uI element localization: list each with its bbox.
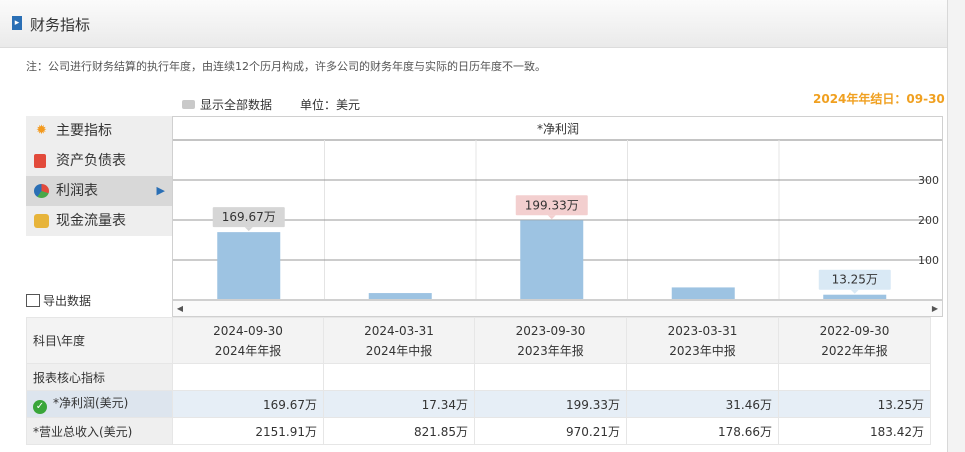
scroll-right-icon[interactable]: ▶ (928, 301, 942, 316)
column-type: 2023年中报 (669, 343, 736, 358)
year-end-label: 2024年年结日：09-30 (813, 92, 945, 106)
column-header[interactable]: 2024-09-30 2024年年报 (172, 317, 324, 364)
statement-sidebar: ✹ 主要指标 资产负债表 利润表 ▶ 现金流量表 (26, 116, 172, 236)
section-title-cell: 报表核心指标 (26, 363, 173, 391)
data-label: 199.33万 (525, 198, 579, 212)
table-cell: 169.67万 (172, 390, 324, 418)
column-header[interactable]: 2023-03-31 2023年中报 (626, 317, 779, 364)
sidebar-item-balance-sheet[interactable]: 资产负债表 (26, 146, 172, 176)
toggle-label: 显示全部数据 (200, 98, 273, 112)
table-cell: 13.25万 (778, 390, 931, 418)
data-callout-pointer (850, 289, 859, 294)
column-header[interactable]: 2024-03-31 2024年中报 (323, 317, 475, 364)
sidebar-item-main-indicators[interactable]: ✹ 主要指标 (26, 116, 172, 146)
column-date: 2024-09-30 (213, 323, 283, 338)
chevron-right-icon: ▶ (156, 184, 165, 197)
data-callout-pointer (547, 215, 556, 220)
gear-icon: ✹ (36, 123, 47, 138)
y-tick-label: 300 (918, 174, 939, 187)
data-callout-pointer (244, 227, 253, 232)
sidebar-item-label: 现金流量表 (56, 213, 126, 229)
check-circle-icon: ✓ (33, 400, 47, 414)
sidebar-item-label: 主要指标 (56, 123, 112, 139)
table-cell: 183.42万 (778, 417, 931, 445)
chart-horizontal-scrollbar[interactable]: ◀ ▶ (172, 300, 943, 317)
chart-bar (520, 220, 584, 299)
corner-label: 科目\年度 (26, 317, 173, 364)
table-row-revenue[interactable]: *营业总收入(美元) 2151.91万 821.85万 970.21万 178.… (26, 417, 931, 445)
sidebar-item-label: 资产负债表 (56, 153, 126, 169)
table-cell: 178.66万 (626, 417, 779, 445)
column-date: 2023-09-30 (515, 323, 586, 338)
section-row: 报表核心指标 (26, 363, 931, 391)
vertical-scrollbar[interactable] (947, 0, 965, 452)
column-date: 2023-03-31 (667, 323, 738, 338)
toggle-switch-icon[interactable] (182, 100, 195, 109)
table-header-row: 科目\年度 2024-09-30 2024年年报 2024-03-31 2024年中… (26, 317, 931, 364)
row-label: ✓ *净利润(美元) (26, 390, 173, 418)
table-cell: 199.33万 (474, 390, 627, 418)
data-label: 13.25万 (832, 273, 878, 287)
fiscal-year-note: 注：公司进行财务结算的执行年度，由连续12个历月构成，许多公司的财务年度与实际的… (26, 60, 546, 73)
y-tick-label: 100 (918, 254, 939, 267)
pie-chart-icon (34, 184, 49, 198)
column-type: 2023年年报 (517, 343, 584, 358)
column-date: 2022-09-30 (819, 323, 890, 338)
chart-bar (217, 232, 281, 299)
data-label: 169.67万 (222, 210, 276, 224)
chart-bar (368, 293, 432, 299)
financial-table: 科目\年度 2024-09-30 2024年年报 2024-03-31 2024年中… (26, 317, 931, 445)
y-tick-label: 200 (918, 214, 939, 227)
column-date: 2024-03-31 (364, 323, 434, 338)
column-type: 2024年中报 (365, 343, 433, 358)
table-cell: 970.21万 (474, 417, 627, 445)
table-cell: 2151.91万 (172, 417, 324, 445)
section-header: ▸ 财务指标 (0, 0, 965, 48)
sidebar-item-income-statement[interactable]: 利润表 ▶ (26, 176, 172, 206)
section-title: 财务指标 (30, 16, 91, 34)
chart-bar (671, 287, 735, 299)
export-icon (26, 294, 40, 307)
column-type: 2024年年报 (214, 343, 282, 358)
table-cell: 821.85万 (323, 417, 475, 445)
net-profit-chart: *净利润 100 200 300 169.67万 199.33万 13.25万 (172, 116, 943, 300)
sidebar-item-cash-flow[interactable]: 现金流量表 (26, 206, 172, 236)
document-icon (34, 154, 46, 168)
chart-svg: *净利润 100 200 300 169.67万 199.33万 13.25万 (173, 122, 942, 299)
sidebar-item-label: 利润表 (56, 183, 98, 199)
export-label: 导出数据 (43, 294, 92, 308)
row-label: *营业总收入(美元) (26, 417, 173, 445)
scroll-left-icon[interactable]: ◀ (173, 301, 187, 316)
show-all-data-toggle[interactable]: 显示全部数据 (182, 96, 272, 113)
coins-icon (34, 214, 49, 228)
table-cell: 17.34万 (323, 390, 475, 418)
table-cell: 31.46万 (626, 390, 779, 418)
column-type: 2022年年报 (821, 343, 888, 358)
table-row-net-profit[interactable]: ✓ *净利润(美元) 169.67万 17.34万 199.33万 31.46万 … (26, 390, 931, 418)
export-data-button[interactable]: 导出数据 (26, 292, 91, 309)
column-header[interactable]: 2023-09-30 2023年年报 (474, 317, 627, 364)
chart-title: *净利润 (537, 122, 579, 136)
column-header[interactable]: 2022-09-30 2022年年报 (778, 317, 931, 364)
section-marker-icon: ▸ (12, 16, 22, 30)
unit-label: 单位：美元 (300, 98, 361, 112)
